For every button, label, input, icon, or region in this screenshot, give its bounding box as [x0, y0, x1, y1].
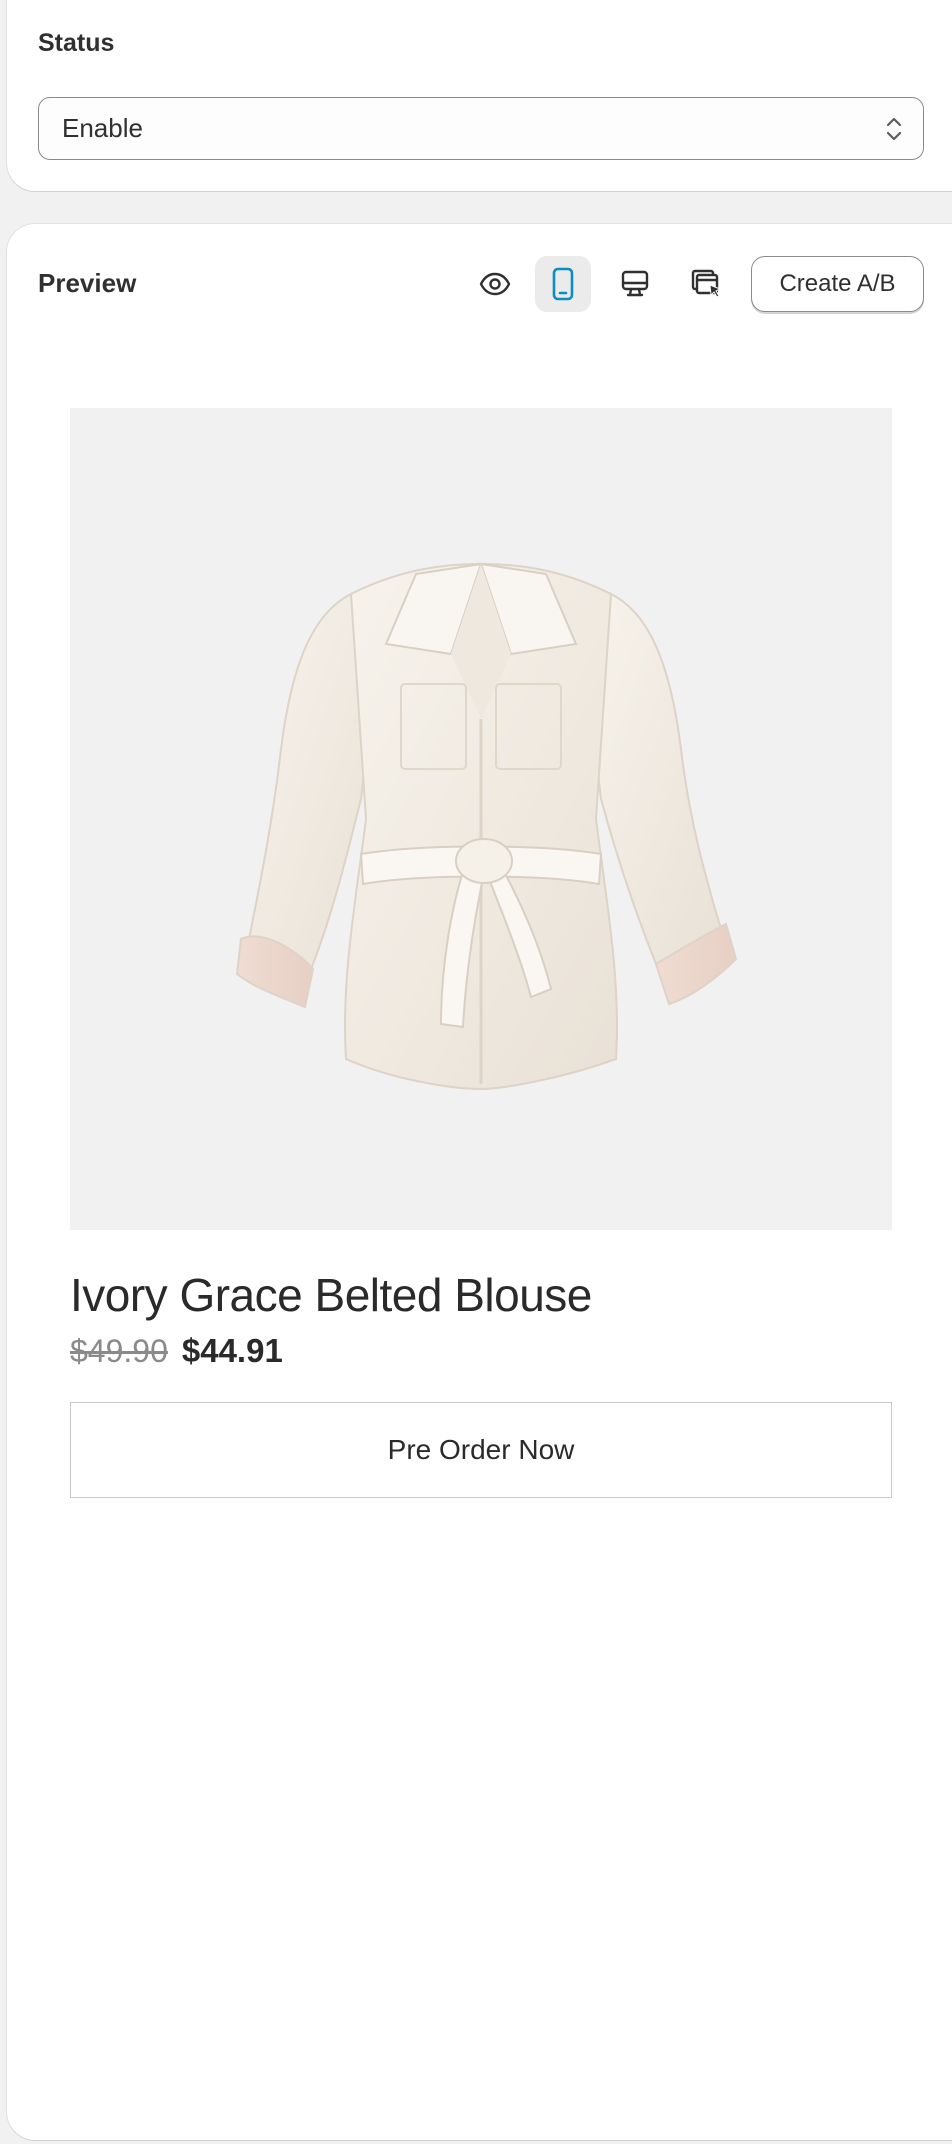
- preview-card: Preview Create A/B Ivory Grace Belted Bl…: [7, 224, 952, 2140]
- eye-icon: [479, 272, 511, 296]
- pre-order-button[interactable]: Pre Order Now: [70, 1402, 892, 1498]
- preview-mobile-button[interactable]: [535, 256, 591, 312]
- desktop-icon: [621, 270, 649, 297]
- blouse-illustration: [235, 562, 738, 1091]
- status-label: Status: [38, 29, 115, 57]
- product-name: Ivory Grace Belted Blouse: [70, 1269, 592, 1321]
- preview-fullscreen-button[interactable]: [679, 256, 735, 312]
- sale-price: $44.91: [181, 1332, 283, 1369]
- preview-eye-button[interactable]: [467, 256, 523, 312]
- fullscreen-icon: [691, 269, 722, 298]
- status-card: Status Enable: [7, 0, 952, 191]
- compare-price: $49.90: [70, 1333, 168, 1369]
- mobile-icon: [552, 267, 574, 301]
- status-select[interactable]: Enable: [38, 97, 924, 160]
- status-select-value: Enable: [62, 113, 143, 143]
- select-chevrons-icon: [886, 117, 902, 141]
- preview-title: Preview: [38, 268, 137, 298]
- price-row: $49.90 $44.91: [70, 1332, 283, 1370]
- product-image: [70, 408, 892, 1230]
- create-ab-button[interactable]: Create A/B: [751, 256, 924, 312]
- preview-desktop-button[interactable]: [607, 256, 663, 312]
